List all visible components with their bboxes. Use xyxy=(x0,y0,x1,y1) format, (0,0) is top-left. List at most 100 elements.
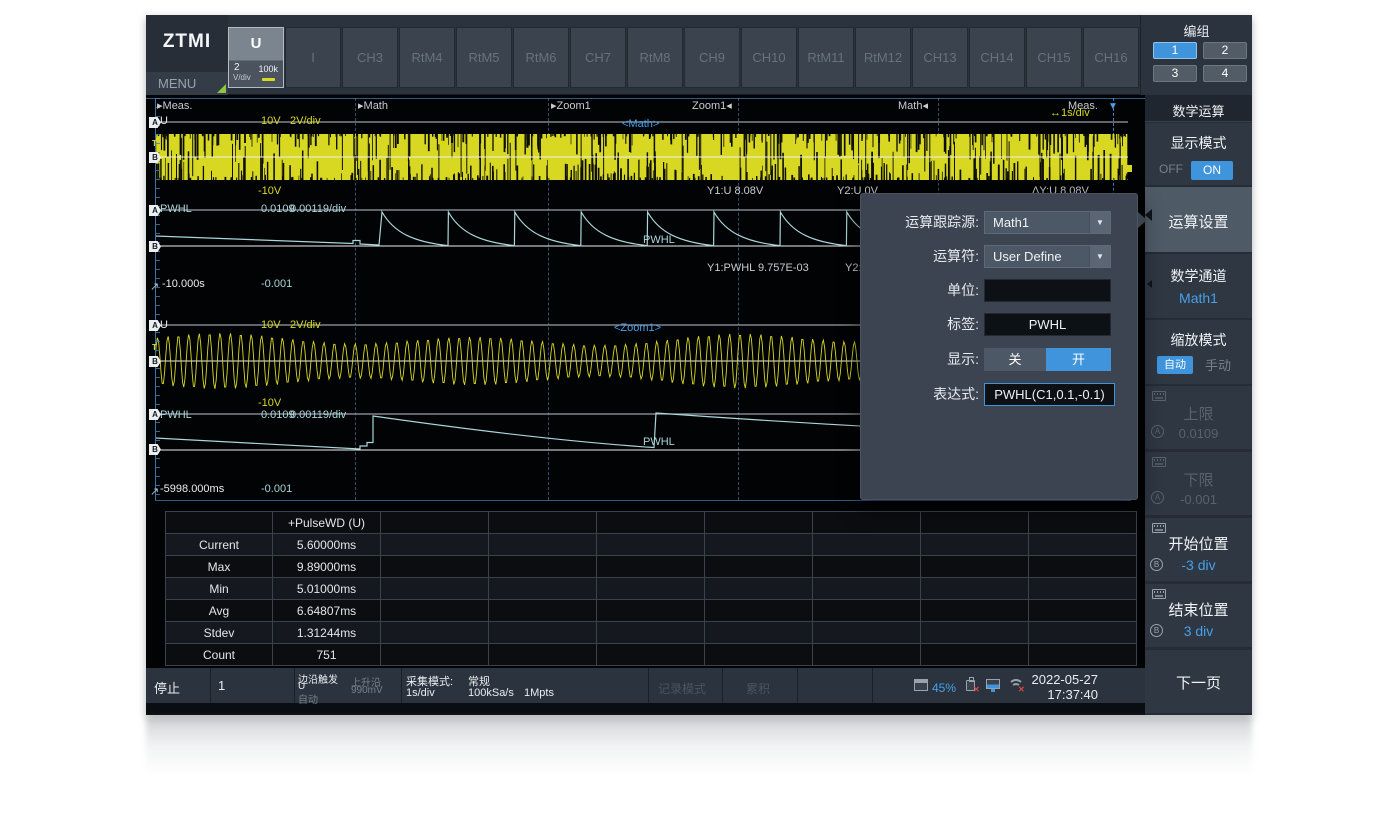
on-option[interactable]: ON xyxy=(1191,161,1233,180)
divider xyxy=(648,668,649,703)
group-button-3[interactable]: 3 xyxy=(1153,65,1197,82)
table-row-label: Stdev xyxy=(166,622,273,644)
tab-channel-ch7[interactable]: CH7 xyxy=(570,27,626,88)
trigger-marker[interactable]: T xyxy=(152,343,157,352)
display-label: 显示: xyxy=(861,348,979,371)
tab-channel-u[interactable]: U 2 V/div 100k xyxy=(228,27,284,88)
tab-channel-rtm4[interactable]: RtM4 xyxy=(399,27,455,88)
table-row-label: Count xyxy=(166,644,273,666)
table-row: Min 5.01000ms xyxy=(166,578,1137,600)
table-column-header: +PulseWD (U) xyxy=(273,512,381,534)
track2-cursor-y1: Y1:PWHL 9.757E-03 xyxy=(707,262,809,274)
sidebar-menu: 数学运算 显示模式 OFF ON 运算设置 数学通道 Math1 缩放模式 自动… xyxy=(1145,95,1252,715)
tab-channel-ch15[interactable]: CH15 xyxy=(1026,27,1082,88)
tab-channel-rtm11[interactable]: RtM11 xyxy=(798,27,854,88)
knob-b-icon: B xyxy=(1150,624,1163,637)
brand-logo: ZTMI xyxy=(146,31,228,53)
chevron-down-icon[interactable]: ▼ xyxy=(1089,246,1110,267)
unit-input[interactable] xyxy=(984,279,1111,302)
sidebar-item-scale-mode[interactable]: 缩放模式 自动 手动 xyxy=(1145,320,1252,384)
tab-channel-i[interactable]: I xyxy=(285,27,341,88)
tab-channel-ch10[interactable]: CH10 xyxy=(741,27,797,88)
ruler-zoom-left: ▸Zoom1 xyxy=(551,100,591,112)
menu-button[interactable]: MENU xyxy=(146,72,228,95)
usb-disconnected-icon: ✕ xyxy=(973,685,980,694)
sidebar-item-end-position[interactable]: 结束位置 3 div B xyxy=(1145,584,1252,647)
sidebar-item-math-channel[interactable]: 数学通道 Math1 xyxy=(1145,254,1252,318)
screen-reflection xyxy=(146,717,1252,775)
expression-label: 表达式: xyxy=(861,383,979,406)
manual-option[interactable]: 手动 xyxy=(1205,359,1231,373)
track3-zoom-tag: <Zoom1> xyxy=(614,322,661,334)
group-panel: 编组 1 2 3 4 xyxy=(1140,15,1252,95)
right-marker-arrow-icon[interactable]: ◂ xyxy=(1114,162,1119,172)
trigger-level: 990mV xyxy=(351,685,383,696)
storage-percent: 45% xyxy=(932,681,956,695)
trigger-mode: 自动 xyxy=(298,691,318,706)
display-off-button[interactable]: 关 xyxy=(984,348,1046,371)
table-cell-value: 5.01000ms xyxy=(273,578,381,600)
table-cell-value: 9.89000ms xyxy=(273,556,381,578)
tab-channel-rtm8[interactable]: RtM8 xyxy=(627,27,683,88)
knob-b-icon: B xyxy=(1150,558,1163,571)
network-icon xyxy=(986,679,1000,689)
track1-channel-name: U xyxy=(160,115,168,127)
sidebar-item-display-mode[interactable]: 显示模式 OFF ON xyxy=(1145,123,1252,185)
right-marker-handle[interactable] xyxy=(1125,165,1132,172)
track4-trace-label: PWHL xyxy=(643,436,675,448)
group-button-2[interactable]: 2 xyxy=(1203,42,1247,59)
off-option[interactable]: OFF xyxy=(1159,163,1183,176)
auto-option[interactable]: 自动 xyxy=(1157,356,1193,374)
operator-select[interactable]: User Define ▼ xyxy=(984,245,1111,268)
trigger-marker[interactable]: T xyxy=(152,139,157,148)
sidebar-item-calc-settings[interactable]: 运算设置 xyxy=(1145,187,1252,252)
ruler-meas-left: ▸Meas. xyxy=(157,100,193,112)
run-state: 停止 xyxy=(154,678,180,697)
tag-input[interactable]: PWHL xyxy=(984,313,1111,336)
accumulate-label: 累积 xyxy=(746,680,770,697)
track4-channel-name: PWHL xyxy=(160,409,192,421)
display-on-button[interactable]: 开 xyxy=(1046,348,1111,371)
sidebar-item-start-position[interactable]: 开始位置 -3 div B xyxy=(1145,518,1252,581)
channel-sample-rate: 100k xyxy=(258,64,278,74)
channel-label: U xyxy=(229,35,283,52)
table-row-label: Current xyxy=(166,534,273,556)
sidebar-item-lower-limit[interactable]: 下限 -0.001 A xyxy=(1145,452,1252,515)
pan-arrow-icon[interactable]: ↗ xyxy=(150,485,159,498)
table-cell-value: 6.64807ms xyxy=(273,600,381,622)
source-select[interactable]: Math1 ▼ xyxy=(984,211,1111,234)
ruler-math-left: ▸Math xyxy=(358,100,388,112)
sidebar-item-next-page[interactable]: 下一页 xyxy=(1145,650,1252,713)
tab-channel-ch16[interactable]: CH16 xyxy=(1083,27,1139,88)
ruler-zoom-right: Zoom1◂ xyxy=(692,100,732,112)
tab-channel-ch13[interactable]: CH13 xyxy=(912,27,968,88)
divider xyxy=(722,668,723,703)
group-title: 编组 xyxy=(1141,21,1252,40)
operator-label: 运算符: xyxy=(861,245,979,268)
track1-timebase: ↔1s/div xyxy=(1050,107,1090,119)
chevron-down-icon[interactable]: ▼ xyxy=(1089,212,1110,233)
table-row: Count 751 xyxy=(166,644,1137,666)
group-button-1[interactable]: 1 xyxy=(1153,42,1197,59)
table-row: Max 9.89000ms xyxy=(166,556,1137,578)
flag-left-icon: ◂ xyxy=(726,100,732,112)
knob-a-icon: A xyxy=(1151,425,1164,438)
group-button-4[interactable]: 4 xyxy=(1203,65,1247,82)
expression-input[interactable]: PWHL(C1,0.1,-0.1) xyxy=(984,383,1115,406)
tab-channel-rtm5[interactable]: RtM5 xyxy=(456,27,512,88)
sidebar-title: 数学运算 xyxy=(1145,95,1252,122)
table-row: Stdev 1.31244ms xyxy=(166,622,1137,644)
pan-arrow-icon[interactable]: ↗ xyxy=(150,280,159,293)
track2-trace-label: PWHL xyxy=(643,234,675,246)
tab-channel-ch14[interactable]: CH14 xyxy=(969,27,1025,88)
tab-channel-rtm12[interactable]: RtM12 xyxy=(855,27,911,88)
tag-label: 标签: xyxy=(861,313,979,336)
tab-channel-rtm6[interactable]: RtM6 xyxy=(513,27,569,88)
tab-channel-ch3[interactable]: CH3 xyxy=(342,27,398,88)
sidebar-item-upper-limit[interactable]: 上限 0.0109 A xyxy=(1145,386,1252,449)
table-header-row: +PulseWD (U) xyxy=(166,512,1137,534)
track4-scale: 0.00119/div xyxy=(290,409,346,421)
track1-scale: 2V/div xyxy=(290,115,321,127)
tab-channel-ch9[interactable]: CH9 xyxy=(684,27,740,88)
track3-channel-name: U xyxy=(160,319,168,331)
